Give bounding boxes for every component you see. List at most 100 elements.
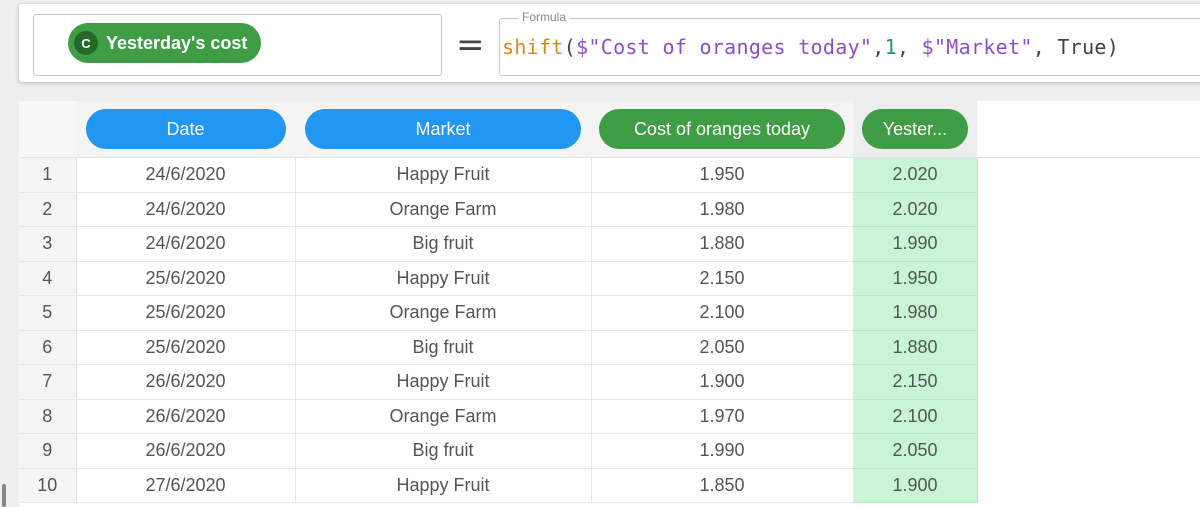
new-column-pill[interactable]: C Yesterday's cost	[68, 23, 262, 63]
column-header-market[interactable]: Market	[295, 101, 591, 158]
cell-cost[interactable]: 1.900	[591, 364, 854, 400]
scrollbar-thumb[interactable]	[2, 484, 6, 507]
cell-date[interactable]: 25/6/2020	[76, 295, 296, 331]
formula-close-paren: )	[1106, 35, 1120, 59]
table-row[interactable]: 8 26/6/2020 Orange Farm 1.970 2.100	[19, 399, 1200, 434]
cell-market[interactable]: Happy Fruit	[295, 468, 592, 503]
cell-date[interactable]: 24/6/2020	[76, 226, 296, 262]
cell-yesterday[interactable]: 1.880	[853, 330, 978, 365]
table-row[interactable]: 1 24/6/2020 Happy Fruit 1.950 2.020	[19, 157, 1200, 193]
cell-yesterday[interactable]: 1.950	[853, 261, 978, 296]
cell-date[interactable]: 27/6/2020	[76, 468, 296, 503]
row-number: 7	[19, 364, 77, 400]
cell-cost[interactable]: 1.880	[591, 226, 854, 262]
row-filler	[977, 364, 1200, 399]
table-row[interactable]: 7 26/6/2020 Happy Fruit 1.900 2.150	[19, 364, 1200, 400]
cell-market[interactable]: Orange Farm	[295, 192, 592, 227]
cell-date[interactable]: 25/6/2020	[76, 261, 296, 296]
formula-comma: ,	[872, 35, 885, 59]
row-number: 5	[19, 295, 77, 331]
formula-comma: ,	[896, 35, 922, 59]
cell-market[interactable]: Happy Fruit	[295, 364, 592, 400]
table-row[interactable]: 3 24/6/2020 Big fruit 1.880 1.990	[19, 226, 1200, 262]
cell-yesterday[interactable]: 1.980	[853, 295, 978, 331]
formula-comma: ,	[1032, 35, 1058, 59]
cell-market[interactable]: Orange Farm	[295, 399, 592, 434]
table-row[interactable]: 5 25/6/2020 Orange Farm 2.100 1.980	[19, 295, 1200, 331]
cell-date[interactable]: 24/6/2020	[76, 157, 296, 193]
table-row[interactable]: 9 26/6/2020 Big fruit 1.990 2.050	[19, 433, 1200, 469]
formula-text: shift($"Cost of oranges today",1, $"Mark…	[502, 35, 1119, 59]
cell-market[interactable]: Happy Fruit	[295, 261, 592, 296]
cell-yesterday[interactable]: 1.990	[853, 226, 978, 262]
column-pill-market[interactable]: Market	[305, 109, 581, 149]
formula-open-paren: (	[563, 35, 577, 59]
column-header-yesterday[interactable]: Yester...	[853, 101, 977, 158]
row-filler	[977, 433, 1200, 468]
cell-market[interactable]: Big fruit	[295, 330, 592, 365]
header-row: Date Market Cost of oranges today Yester…	[19, 101, 1200, 158]
cell-yesterday[interactable]: 2.100	[853, 399, 978, 434]
header-filler	[977, 101, 1200, 158]
row-number: 2	[19, 192, 77, 227]
table-body: 1 24/6/2020 Happy Fruit 1.950 2.020 2 24/6/202…	[19, 157, 1200, 503]
row-number: 6	[19, 330, 77, 365]
cell-cost[interactable]: 1.970	[591, 399, 854, 434]
table-row[interactable]: 4 25/6/2020 Happy Fruit 2.150 1.950	[19, 261, 1200, 296]
app-frame: C Yesterday's cost = Formula shift($"Cos…	[0, 0, 1200, 507]
cell-date[interactable]: 24/6/2020	[76, 192, 296, 227]
row-filler	[977, 157, 1200, 192]
cell-yesterday[interactable]: 2.020	[853, 157, 978, 193]
cell-market[interactable]: Happy Fruit	[295, 157, 592, 193]
cell-yesterday[interactable]: 2.150	[853, 364, 978, 400]
cell-date[interactable]: 26/6/2020	[76, 399, 296, 434]
cell-cost[interactable]: 1.950	[591, 157, 854, 193]
row-filler	[977, 399, 1200, 434]
new-column-name: Yesterday's cost	[106, 32, 248, 53]
formula-input[interactable]: Formula shift($"Cost of oranges today",1…	[499, 10, 1200, 76]
row-filler	[977, 226, 1200, 261]
formula-function: shift	[502, 35, 564, 59]
equals-sign: =	[456, 25, 485, 65]
column-pill-cost[interactable]: Cost of oranges today	[599, 109, 845, 149]
cell-yesterday[interactable]: 2.050	[853, 433, 978, 469]
cell-market[interactable]: Big fruit	[295, 433, 592, 469]
column-name-field[interactable]: C Yesterday's cost	[33, 14, 442, 76]
column-type-icon: C	[74, 31, 98, 55]
column-header-date[interactable]: Date	[76, 101, 295, 158]
cell-date[interactable]: 26/6/2020	[76, 433, 296, 469]
cell-cost[interactable]: 2.100	[591, 295, 854, 331]
formula-arg-offset: 1	[884, 35, 897, 59]
cell-date[interactable]: 25/6/2020	[76, 330, 296, 365]
column-pill-yesterday[interactable]: Yester...	[862, 109, 968, 149]
cell-yesterday[interactable]: 2.020	[853, 192, 978, 227]
column-pill-date[interactable]: Date	[85, 109, 286, 149]
row-number: 10	[19, 468, 77, 503]
cell-cost[interactable]: 1.850	[591, 468, 854, 503]
table-row[interactable]: 2 24/6/2020 Orange Farm 1.980 2.020	[19, 192, 1200, 227]
formula-label: Formula	[518, 10, 571, 24]
cell-yesterday[interactable]: 1.900	[853, 468, 978, 503]
formula-arg-true: True	[1057, 35, 1107, 59]
formula-arg-cost: $"Cost of oranges today"	[576, 35, 873, 59]
row-number: 3	[19, 226, 77, 262]
cell-market[interactable]: Big fruit	[295, 226, 592, 262]
formula-bar: C Yesterday's cost = Formula shift($"Cos…	[19, 4, 1200, 82]
row-number: 1	[19, 157, 77, 193]
cell-cost[interactable]: 2.050	[591, 330, 854, 365]
cell-cost[interactable]: 2.150	[591, 261, 854, 296]
table-row[interactable]: 10 27/6/2020 Happy Fruit 1.850 1.900	[19, 468, 1200, 503]
cell-market[interactable]: Orange Farm	[295, 295, 592, 331]
data-grid: Date Market Cost of oranges today Yester…	[19, 101, 1200, 507]
row-number: 4	[19, 261, 77, 296]
formula-arg-market: $"Market"	[921, 35, 1033, 59]
cell-cost[interactable]: 1.990	[591, 433, 854, 469]
row-filler	[977, 261, 1200, 296]
table-row[interactable]: 6 25/6/2020 Big fruit 2.050 1.880	[19, 330, 1200, 365]
row-number-header	[19, 101, 76, 158]
column-header-cost[interactable]: Cost of oranges today	[591, 101, 853, 158]
row-filler	[977, 192, 1200, 227]
row-filler	[977, 468, 1200, 503]
cell-cost[interactable]: 1.980	[591, 192, 854, 227]
cell-date[interactable]: 26/6/2020	[76, 364, 296, 400]
